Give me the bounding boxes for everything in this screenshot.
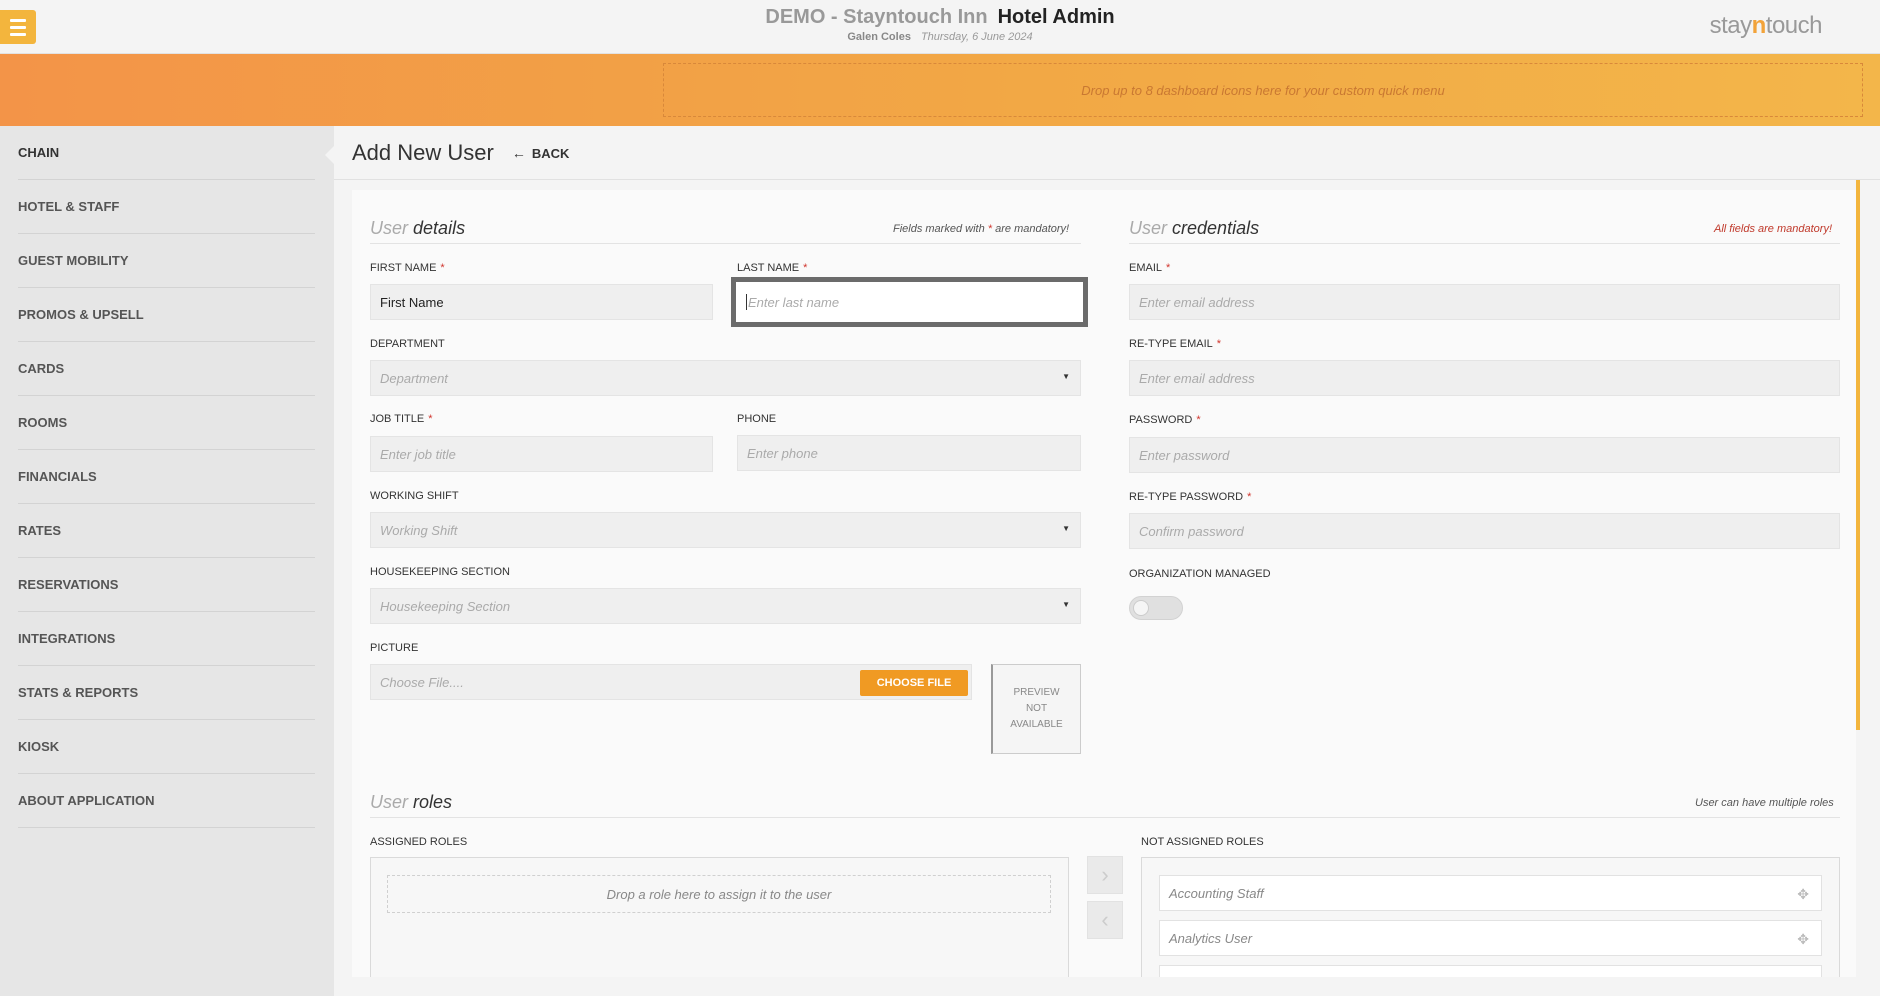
- sidebar-item-cards[interactable]: CARDS: [18, 342, 315, 396]
- department-label: DEPARTMENT: [370, 338, 445, 350]
- email-label: EMAIL *: [1129, 262, 1171, 274]
- last-name-label: LAST NAME *: [737, 262, 808, 274]
- app-title: Hotel Admin: [997, 6, 1115, 28]
- credentials-note: All fields are mandatory!: [1714, 223, 1832, 235]
- move-icon: ✥: [1797, 886, 1809, 902]
- arrow-left-icon: ←: [511, 145, 526, 161]
- stayntouch-logo: stayntouch: [1709, 12, 1823, 39]
- sidebar-item-about-application[interactable]: ABOUT APPLICATION: [18, 774, 315, 828]
- top-bar: DEMO - Stayntouch Inn Hotel Admin Galen C…: [0, 0, 1880, 54]
- user-credentials-title: User credentials: [1129, 218, 1260, 238]
- role-drop-zone[interactable]: Drop a role here to assign it to the use…: [387, 875, 1051, 913]
- sidebar-item-chain[interactable]: CHAIN: [18, 126, 315, 180]
- roles-note: User can have multiple roles: [1695, 797, 1834, 809]
- sidebar-item-guest-mobility[interactable]: GUEST MOBILITY: [18, 234, 315, 288]
- department-select[interactable]: Department ▼: [370, 360, 1081, 396]
- property-name: DEMO - Stayntouch Inn: [765, 6, 988, 28]
- picture-label: PICTURE: [370, 642, 419, 654]
- sidebar-item-kiosk[interactable]: KIOSK: [18, 720, 315, 774]
- divider: [370, 243, 1081, 244]
- role-item-partial[interactable]: [1159, 965, 1822, 977]
- scrollbar[interactable]: [1856, 180, 1860, 730]
- working-shift-select[interactable]: Working Shift ▼: [370, 512, 1081, 548]
- sidebar-item-integrations[interactable]: INTEGRATIONS: [18, 612, 315, 666]
- sidebar-item-rooms[interactable]: ROOMS: [18, 396, 315, 450]
- header-title: DEMO - Stayntouch Inn Hotel Admin Galen C…: [0, 6, 1880, 43]
- divider: [370, 817, 1840, 818]
- page-header: Add New User ← BACK: [352, 140, 569, 166]
- current-user: Galen Coles: [847, 31, 911, 43]
- role-item-accounting-staff[interactable]: Accounting Staff ✥: [1159, 875, 1822, 911]
- email-field[interactable]: Enter email address: [1129, 284, 1840, 320]
- last-name-field[interactable]: Enter last name: [731, 277, 1088, 327]
- not-assigned-roles-label: NOT ASSIGNED ROLES: [1141, 836, 1264, 848]
- sidebar-item-reservations[interactable]: RESERVATIONS: [18, 558, 315, 612]
- sidebar-item-financials[interactable]: FINANCIALS: [18, 450, 315, 504]
- chevron-left-icon[interactable]: ‹: [1087, 901, 1123, 939]
- dropdown-arrow-icon: ▼: [1062, 372, 1070, 381]
- dropdown-arrow-icon: ▼: [1062, 524, 1070, 533]
- assigned-roles-label: ASSIGNED ROLES: [370, 836, 468, 848]
- quick-menu-band: Drop up to 8 dashboard icons here for yo…: [0, 54, 1880, 126]
- retype-password-field[interactable]: Confirm password: [1129, 513, 1840, 549]
- user-roles-title: User roles: [370, 792, 453, 812]
- picture-preview: PREVIEW NOT AVAILABLE: [991, 664, 1081, 754]
- retype-email-field[interactable]: Enter email address: [1129, 360, 1840, 396]
- current-date: Thursday, 6 June 2024: [920, 31, 1033, 43]
- sidebar: CHAIN HOTEL & STAFF GUEST MOBILITY PROMO…: [0, 126, 335, 996]
- job-title-field[interactable]: Enter job title: [370, 436, 713, 472]
- divider: [1129, 243, 1840, 244]
- move-icon: ✥: [1797, 931, 1809, 947]
- sidebar-item-hotel-staff[interactable]: HOTEL & STAFF: [18, 180, 315, 234]
- job-title-label: JOB TITLE *: [370, 413, 433, 425]
- page-bottom: [334, 977, 1880, 996]
- retype-email-label: RE-TYPE EMAIL *: [1129, 338, 1222, 350]
- password-field[interactable]: Enter password: [1129, 437, 1840, 473]
- organization-managed-label: ORGANIZATION MANAGED: [1129, 568, 1271, 580]
- user-details-title: User details: [370, 218, 466, 238]
- housekeeping-select[interactable]: Housekeeping Section ▼: [370, 588, 1081, 624]
- sidebar-item-stats-reports[interactable]: STATS & REPORTS: [18, 666, 315, 720]
- phone-label: PHONE: [737, 413, 777, 425]
- housekeeping-label: HOUSEKEEPING SECTION: [370, 566, 510, 578]
- retype-password-label: RE-TYPE PASSWORD *: [1129, 491, 1252, 503]
- dropdown-arrow-icon: ▼: [1062, 600, 1070, 609]
- phone-field[interactable]: Enter phone: [737, 435, 1081, 471]
- back-label: BACK: [531, 145, 570, 161]
- working-shift-label: WORKING SHIFT: [370, 490, 459, 502]
- back-button[interactable]: ← BACK: [512, 145, 570, 161]
- mandatory-note: Fields marked with * are mandatory!: [893, 223, 1070, 235]
- chevron-right-icon[interactable]: ›: [1087, 856, 1123, 894]
- page-title: Add New User: [352, 140, 494, 165]
- first-name-label: FIRST NAME *: [370, 262, 445, 274]
- header-divider: [334, 179, 1880, 180]
- first-name-field[interactable]: First Name: [370, 284, 713, 320]
- password-label: PASSWORD *: [1129, 414, 1201, 426]
- organization-managed-toggle[interactable]: [1129, 596, 1183, 620]
- sidebar-item-rates[interactable]: RATES: [18, 504, 315, 558]
- sidebar-item-promos-upsell[interactable]: PROMOS & UPSELL: [18, 288, 315, 342]
- choose-file-button[interactable]: CHOOSE FILE: [860, 670, 968, 696]
- toggle-knob: [1133, 600, 1149, 616]
- role-item-analytics-user[interactable]: Analytics User ✥: [1159, 920, 1822, 956]
- quick-menu-drop-zone[interactable]: Drop up to 8 dashboard icons here for yo…: [663, 63, 1863, 117]
